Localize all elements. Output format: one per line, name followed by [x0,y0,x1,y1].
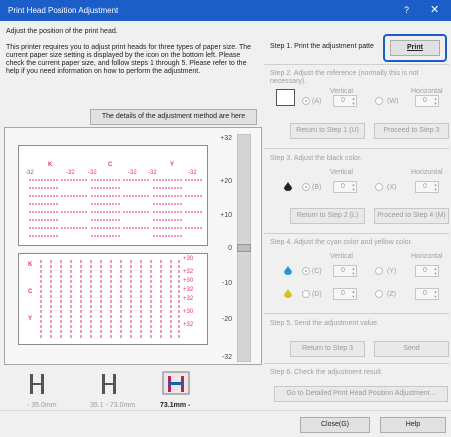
intro-body: This printer requires you to adjust prin… [6,44,251,75]
reference-swatch [276,89,295,106]
paper-size-label: - 35.0mm [27,402,57,409]
spin-value: 0 [341,267,345,274]
print-button[interactable]: Print [390,40,440,56]
radio-z[interactable] [375,290,383,298]
printer-head-icon [102,374,116,394]
spin-arrows-icon[interactable]: ▲ ▼ [351,96,356,106]
radio-x-label: (X) [387,184,397,191]
yellow-ink-drop-icon [284,289,292,298]
step5-label: Step 5. Send the adjustment value. [270,320,379,327]
radio-a-label: (A) [312,98,322,105]
radio-c[interactable] [302,267,310,275]
vertical-spin-b[interactable]: 0 ▲ ▼ [333,181,357,193]
pattern-lines-bottom [40,260,180,340]
step3-vertical-label: Vertical [330,169,353,176]
spin-arrows-icon[interactable]: ▲ ▼ [351,289,356,299]
radio-x[interactable] [375,183,383,191]
help-title-button[interactable]: ? [404,5,409,15]
detailed-adjustment-button[interactable]: Go to Detailed Print Head Position Adjus… [274,386,448,402]
step2-vertical-label: Vertical [330,88,353,95]
return-step1-button[interactable]: Return to Step 1 (U) [290,123,365,139]
spin-arrows-icon[interactable]: ▲ ▼ [433,266,438,276]
radio-b-label: (B) [312,184,322,191]
spin-value: 0 [423,267,427,274]
intro-text: Adjust the position of the print head. T… [6,28,258,76]
spin-value: 0 [423,183,427,190]
step4-vertical-label: Vertical [330,253,353,260]
step2-label: Step 2. Adjust the reference (normally t… [270,70,419,85]
proceed-step4-button[interactable]: Proceed to Step 4 (M) [374,208,449,224]
spin-arrows-icon[interactable]: ▲ ▼ [433,96,438,106]
printer-head-icon [30,374,44,394]
step6-label: Step 6. Check the adjustment result. [270,369,383,376]
intro-line1: Adjust the position of the print head. [6,28,118,35]
close-title-button[interactable]: ✕ [430,3,439,16]
radio-a[interactable] [302,97,310,105]
vertical-spin-a[interactable]: 0 ▲ ▼ [333,95,357,107]
black-ink-drop-icon [284,182,292,191]
radio-b[interactable] [302,183,310,191]
proceed-step3-button[interactable]: Proceed to Step 3 [374,123,449,139]
title-bar: Print Head Position Adjustment ? ✕ [0,0,451,21]
spin-value: 0 [341,183,345,190]
radio-y-label: (Y) [387,268,397,275]
horizontal-spin-z[interactable]: 0 ▲ ▼ [415,288,439,300]
spin-arrows-icon[interactable]: ▲ ▼ [351,266,356,276]
printer-head-icon [162,371,190,395]
window-title: Print Head Position Adjustment [8,6,119,15]
step1-label: Step 1. Print the adjustment patte [270,43,374,50]
send-button[interactable]: Send [374,341,449,357]
details-button[interactable]: The details of the adjustment method are… [90,109,257,125]
radio-w-label: (W) [387,98,399,105]
radio-c-label: (C) [312,268,322,275]
horizontal-spin-w[interactable]: 0 ▲ ▼ [415,95,439,107]
cyan-ink-drop-icon [284,266,292,275]
vertical-spin-c[interactable]: 0 ▲ ▼ [333,265,357,277]
vertical-spin-d[interactable]: 0 ▲ ▼ [333,288,357,300]
step3-label: Step 3. Adjust the black color. [270,155,362,162]
paper-size-label-active: 73.1mm - [160,402,191,409]
gauge-thumb [237,244,251,252]
step4-label: Step 4. Adjust the cyan color and yellow… [270,239,413,246]
scale-label: -20 [221,316,232,323]
paper-size-label: 35.1 - 73.0mm [90,402,136,409]
scale-label: +32 [220,135,232,142]
step2-horizontal-label: Horizontal [411,88,443,95]
spin-value: 0 [341,97,345,104]
pattern-sheet-bottom: K C Y +30 +32 +30 +32 +32 +30 +32 [18,253,208,345]
spin-arrows-icon[interactable]: ▲ ▼ [433,289,438,299]
horizontal-spin-x[interactable]: 0 ▲ ▼ [415,181,439,193]
horizontal-spin-y[interactable]: 0 ▲ ▼ [415,265,439,277]
step4-horizontal-label: Horizontal [411,253,443,260]
spin-value: 0 [341,290,345,297]
step3-horizontal-label: Horizontal [411,169,443,176]
help-button[interactable]: Help [380,417,446,433]
scale-label: -32 [221,354,232,361]
spin-arrows-icon[interactable]: ▲ ▼ [351,182,356,192]
scale-label: -10 [221,280,232,287]
return-step3-button[interactable]: Return to Step 3 [290,341,365,357]
spin-value: 0 [423,290,427,297]
scale-label: +10 [220,212,232,219]
radio-d[interactable] [302,290,310,298]
radio-w[interactable] [375,97,383,105]
scale-label: +20 [220,178,232,185]
radio-z-label: (Z) [387,291,396,298]
pattern-sheet-top: K C Y -32 -32 -32 -32 -32 -32 [18,145,208,246]
scale-label: 0 [228,245,232,252]
radio-d-label: (D) [312,291,322,298]
radio-y[interactable] [375,267,383,275]
close-button[interactable]: Close(G) [300,417,370,433]
pattern-lines-top [29,179,203,237]
spin-value: 0 [423,97,427,104]
return-step2-button[interactable]: Return to Step 2 (L) [290,208,365,224]
spin-arrows-icon[interactable]: ▲ ▼ [433,182,438,192]
